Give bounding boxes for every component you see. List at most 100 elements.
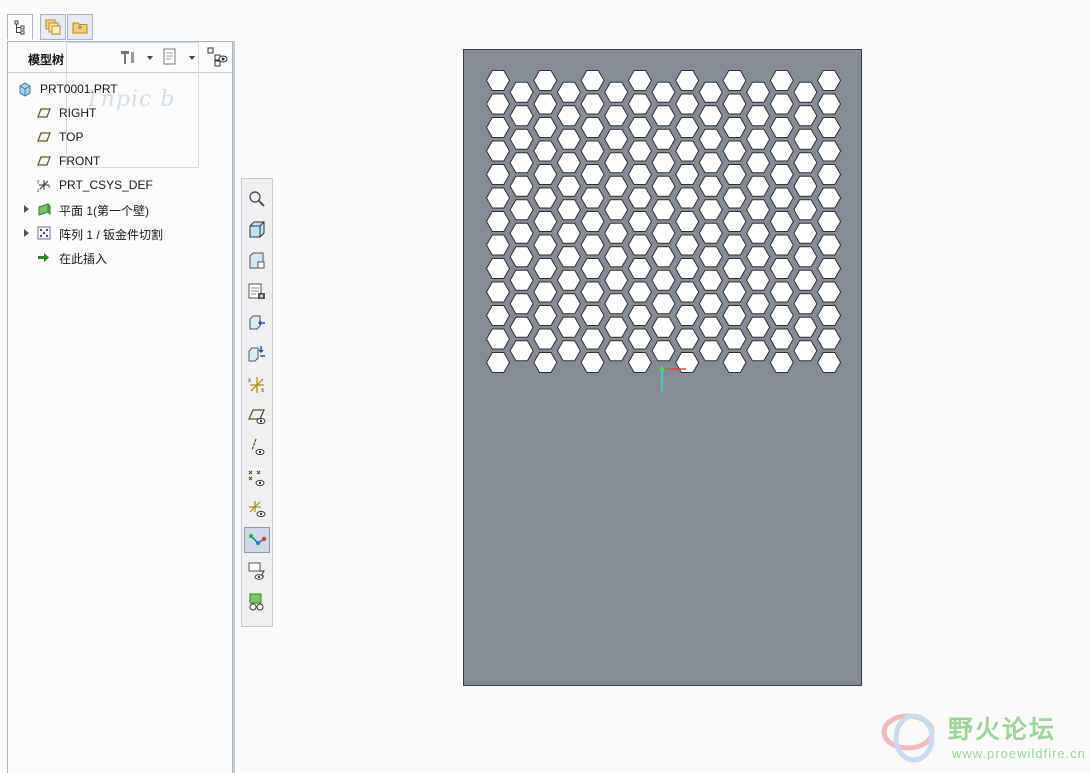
tree-node[interactable]: 在此插入 <box>8 246 232 268</box>
hex-hole <box>817 234 842 256</box>
csys-button[interactable]: xx <box>244 372 270 398</box>
hex-hole <box>556 293 581 315</box>
hex-pattern-view[interactable] <box>464 50 861 685</box>
hex-hole <box>698 128 723 150</box>
hex-hole <box>746 316 771 338</box>
hex-hole <box>675 164 700 185</box>
sheetmetal-plate[interactable] <box>463 49 862 686</box>
reorient-button[interactable] <box>244 310 270 336</box>
hex-hole <box>817 93 842 115</box>
svg-text:x: x <box>248 378 251 384</box>
hex-hole <box>817 328 842 350</box>
hex-hole <box>556 269 581 291</box>
expand-arrow-icon[interactable] <box>24 205 29 213</box>
expand-arrow-icon[interactable] <box>24 229 29 237</box>
hex-hole <box>604 199 629 221</box>
hex-hole <box>509 222 534 244</box>
hex-hole <box>675 234 700 256</box>
panel-splitter[interactable] <box>233 41 235 773</box>
tree-node-label: 阵列 1 / 钣金件切割 <box>59 228 164 242</box>
hex-hole <box>698 105 723 127</box>
hex-hole <box>769 211 794 232</box>
hex-hole <box>533 305 558 326</box>
svg-text:x: x <box>48 184 51 190</box>
hex-hole <box>509 152 534 174</box>
hex-hole <box>722 305 747 326</box>
hex-hole <box>556 246 581 268</box>
hex-hole <box>675 258 700 279</box>
hex-hole <box>793 199 818 221</box>
tree-filters-button[interactable] <box>206 47 228 67</box>
tree-node[interactable]: 阵列 1 / 钣金件切割 <box>8 222 232 244</box>
spin-orient-button[interactable] <box>244 341 270 367</box>
axis-display-button[interactable] <box>244 434 270 460</box>
plane-display-button[interactable] <box>244 403 270 429</box>
hex-hole <box>675 281 700 303</box>
hex-hole <box>769 164 794 185</box>
point-display-button[interactable] <box>244 465 270 491</box>
annotation-display-icon <box>248 562 265 580</box>
hex-hole <box>769 305 794 326</box>
model-tree-tab[interactable] <box>7 14 33 40</box>
tree-node-label: FRONT <box>59 154 101 168</box>
tree-node[interactable]: TOP <box>8 126 232 148</box>
hex-hole <box>793 175 818 197</box>
tree-node-label: PRT_CSYS_DEF <box>59 178 153 192</box>
view-manager-icon <box>249 252 265 269</box>
hex-hole <box>651 199 676 221</box>
hex-hole <box>651 222 676 244</box>
view-manager-button[interactable] <box>244 248 270 274</box>
tree-node[interactable]: y x z PRT_CSYS_DEF <box>8 174 232 196</box>
hex-hole <box>769 328 794 350</box>
tree-node[interactable]: RIGHT <box>8 102 232 124</box>
tree-filter-icon <box>207 47 228 67</box>
spin-center-button[interactable] <box>244 527 270 553</box>
hex-hole <box>509 316 534 338</box>
hex-hole <box>746 199 771 221</box>
hex-hole <box>769 117 794 138</box>
hex-hole <box>485 93 511 115</box>
hex-hole <box>604 105 629 127</box>
snapshot-icon <box>248 283 265 299</box>
tree-node[interactable]: 平面 1(第一个壁) <box>8 198 232 220</box>
hex-hole <box>485 234 511 256</box>
hex-hole <box>651 340 676 362</box>
csys-display-icon <box>249 501 266 517</box>
saved-view-button[interactable] <box>244 217 270 243</box>
hex-hole <box>627 211 652 232</box>
hex-hole <box>627 140 652 162</box>
tree-node-label: 在此插入 <box>59 252 108 266</box>
snapshot-button[interactable] <box>244 279 270 305</box>
hex-hole <box>533 328 558 350</box>
hex-hole <box>604 128 629 150</box>
hex-hole <box>769 352 794 373</box>
layers-tab[interactable] <box>40 14 66 40</box>
tree-node-label: RIGHT <box>59 106 97 120</box>
csys-display-button[interactable] <box>244 496 270 522</box>
hex-hole <box>722 328 747 350</box>
hex-hole <box>580 93 605 115</box>
hex-hole <box>675 305 700 326</box>
hex-hole <box>533 187 558 209</box>
hex-hole <box>556 105 581 127</box>
hex-hole <box>769 70 794 91</box>
appearance-button[interactable] <box>244 589 270 615</box>
folder-browser-tab[interactable]: * <box>67 14 93 40</box>
pattern-icon <box>37 226 51 240</box>
hex-hole <box>580 140 605 162</box>
hex-hole <box>817 258 842 279</box>
tree-node[interactable]: FRONT <box>8 150 232 172</box>
hex-hole <box>675 187 700 209</box>
hex-hole <box>746 105 771 127</box>
hex-hole <box>651 128 676 150</box>
hex-hole <box>722 352 747 373</box>
hex-hole <box>793 246 818 268</box>
hex-hole <box>533 281 558 303</box>
annotation-display-button[interactable] <box>244 558 270 584</box>
hex-hole <box>746 269 771 291</box>
hex-hole <box>769 281 794 303</box>
hex-hole <box>698 175 723 197</box>
tree-node[interactable]: PRT0001.PRT <box>8 78 232 100</box>
hex-hole <box>817 352 842 373</box>
zoom-button[interactable] <box>244 186 270 212</box>
